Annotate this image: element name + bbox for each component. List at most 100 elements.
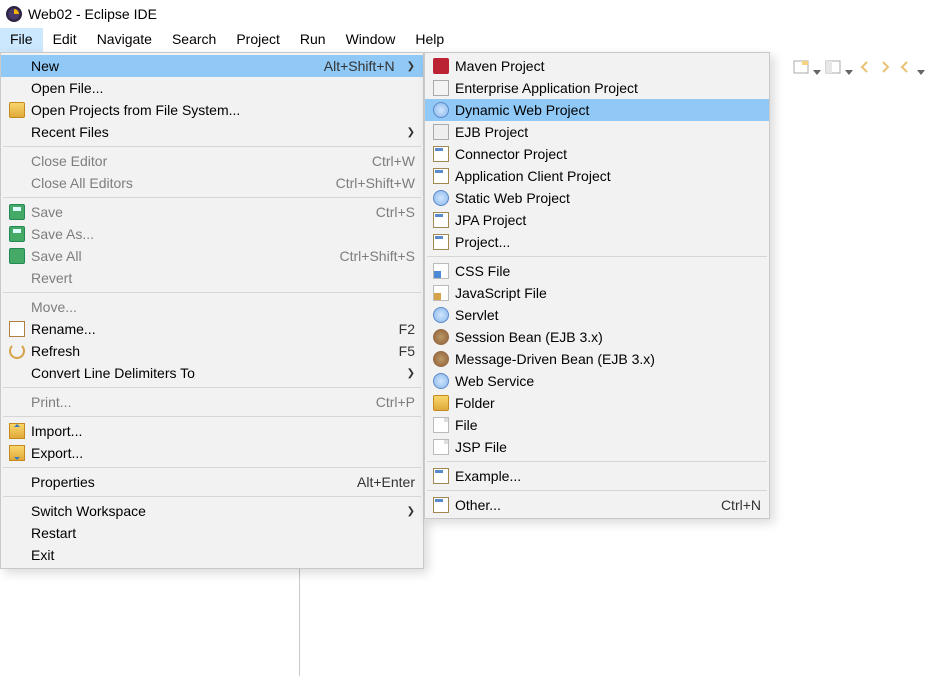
new-menu-item-separator [427, 490, 767, 491]
menu-item-label: Open Projects from File System... [31, 102, 415, 118]
menu-item-label: Restart [31, 525, 415, 541]
export-icon [9, 445, 25, 461]
save-icon [9, 204, 25, 220]
new-menu-item-file[interactable]: File [425, 414, 769, 436]
saveall-icon [9, 248, 25, 264]
perspective-icon[interactable] [825, 59, 841, 75]
new-menu-item-jpa-project[interactable]: JPA Project [425, 209, 769, 231]
menu-item-accelerator: Ctrl+Shift+W [336, 175, 415, 191]
file-menu: NewAlt+Shift+N❯Open File... Open Projects… [0, 52, 424, 569]
back-icon[interactable] [857, 59, 873, 75]
new-menu-item-dynamic-web-project[interactable]: Dynamic Web Project [425, 99, 769, 121]
new-menu-item-jsp-file[interactable]: JSP File [425, 436, 769, 458]
file-menu-item-open-file[interactable]: Open File... [1, 77, 423, 99]
file-menu-item-import[interactable]: Import... [1, 420, 423, 442]
back-icon[interactable] [897, 59, 913, 75]
file-menu-item-export[interactable]: Export... [1, 442, 423, 464]
file-menu-item-new[interactable]: NewAlt+Shift+N❯ [1, 55, 423, 77]
menu-item-label: Save As... [31, 226, 415, 242]
new-menu-item-servlet[interactable]: Servlet [425, 304, 769, 326]
file-menu-item-rename[interactable]: Rename...F2 [1, 318, 423, 340]
file-menu-item-convert-line-delimiters-to[interactable]: Convert Line Delimiters To❯ [1, 362, 423, 384]
new-menu-item-application-client-project[interactable]: Application Client Project [425, 165, 769, 187]
dropdown-arrow-icon[interactable] [845, 63, 853, 71]
new-menu-item-web-service[interactable]: Web Service [425, 370, 769, 392]
menubar-item-navigate[interactable]: Navigate [87, 28, 162, 52]
menu-item-label: Print... [31, 394, 352, 410]
menu-item-label: Close Editor [31, 153, 348, 169]
proj-icon [433, 146, 449, 162]
new-submenu: Maven Project Enterprise Application Proj… [424, 52, 770, 519]
forward-icon[interactable] [877, 59, 893, 75]
ejb-icon [433, 124, 449, 140]
new-menu-item-folder[interactable]: Folder [425, 392, 769, 414]
file-menu-item-separator [3, 496, 421, 497]
dropdown-arrow-icon[interactable] [813, 63, 821, 71]
submenu-arrow-icon: ❯ [407, 368, 415, 379]
menu-item-accelerator: Ctrl+N [721, 497, 761, 513]
proj-icon [433, 468, 449, 484]
perspective-icon[interactable] [793, 59, 809, 75]
globe-icon [433, 307, 449, 323]
menu-item-label: Maven Project [455, 58, 761, 74]
new-menu-item-enterprise-application-project[interactable]: Enterprise Application Project [425, 77, 769, 99]
new-menu-item-other[interactable]: Other...Ctrl+N [425, 494, 769, 516]
file-menu-item-refresh[interactable]: Refresh F5 [1, 340, 423, 362]
menu-item-label: Refresh [31, 343, 375, 359]
menu-item-label: Dynamic Web Project [455, 102, 761, 118]
menu-item-label: Example... [455, 468, 761, 484]
menubar-item-window[interactable]: Window [336, 28, 406, 52]
new-menu-item-css-file[interactable]: CSS File [425, 260, 769, 282]
globe-icon [433, 190, 449, 206]
menu-item-label: Enterprise Application Project [455, 80, 761, 96]
new-menu-item-message-driven-bean-ejb-3-x[interactable]: Message-Driven Bean (EJB 3.x) [425, 348, 769, 370]
file-icon [433, 417, 449, 433]
new-menu-item-maven-project[interactable]: Maven Project [425, 55, 769, 77]
menu-item-label: Export... [31, 445, 415, 461]
menu-item-label: Move... [31, 299, 415, 315]
menubar-item-edit[interactable]: Edit [43, 28, 87, 52]
submenu-arrow-icon: ❯ [407, 506, 415, 517]
folder-icon [433, 395, 449, 411]
menu-item-label: Save All [31, 248, 316, 264]
file-menu-item-separator [3, 292, 421, 293]
folderopen-icon [9, 102, 25, 118]
file-menu-item-move: Move... [1, 296, 423, 318]
new-menu-item-ejb-project[interactable]: EJB Project [425, 121, 769, 143]
menu-item-accelerator: Ctrl+P [376, 394, 415, 410]
menu-item-label: JavaScript File [455, 285, 761, 301]
menubar-item-run[interactable]: Run [290, 28, 336, 52]
menu-item-label: Recent Files [31, 124, 395, 140]
js-icon [433, 285, 449, 301]
eclipse-logo-icon [6, 6, 22, 22]
file-menu-item-save-as: Save As... [1, 223, 423, 245]
menu-item-label: Project... [455, 234, 761, 250]
file-menu-item-save: SaveCtrl+S [1, 201, 423, 223]
file-menu-item-properties[interactable]: PropertiesAlt+Enter [1, 471, 423, 493]
menu-item-label: Import... [31, 423, 415, 439]
file-menu-item-restart[interactable]: Restart [1, 522, 423, 544]
file-icon [433, 439, 449, 455]
menu-item-accelerator: Alt+Shift+N [324, 58, 395, 74]
menubar-item-project[interactable]: Project [226, 28, 290, 52]
menubar-item-search[interactable]: Search [162, 28, 226, 52]
menu-item-label: Close All Editors [31, 175, 312, 191]
file-menu-item-recent-files[interactable]: Recent Files❯ [1, 121, 423, 143]
new-menu-item-example[interactable]: Example... [425, 465, 769, 487]
new-menu-item-javascript-file[interactable]: JavaScript File [425, 282, 769, 304]
proj-icon [433, 212, 449, 228]
file-menu-item-open-projects-from-file-system[interactable]: Open Projects from File System... [1, 99, 423, 121]
new-menu-item-project[interactable]: Project... [425, 231, 769, 253]
new-menu-item-static-web-project[interactable]: Static Web Project [425, 187, 769, 209]
dropdown-arrow-icon[interactable] [917, 63, 925, 71]
new-menu-item-session-bean-ejb-3-x[interactable]: Session Bean (EJB 3.x) [425, 326, 769, 348]
menu-item-label: Application Client Project [455, 168, 761, 184]
menu-item-label: JSP File [455, 439, 761, 455]
menu-item-accelerator: F5 [399, 343, 415, 359]
menubar-item-help[interactable]: Help [405, 28, 454, 52]
file-menu-item-switch-workspace[interactable]: Switch Workspace❯ [1, 500, 423, 522]
menubar-item-file[interactable]: File [0, 28, 43, 52]
ear-icon [433, 80, 449, 96]
file-menu-item-exit[interactable]: Exit [1, 544, 423, 566]
new-menu-item-connector-project[interactable]: Connector Project [425, 143, 769, 165]
